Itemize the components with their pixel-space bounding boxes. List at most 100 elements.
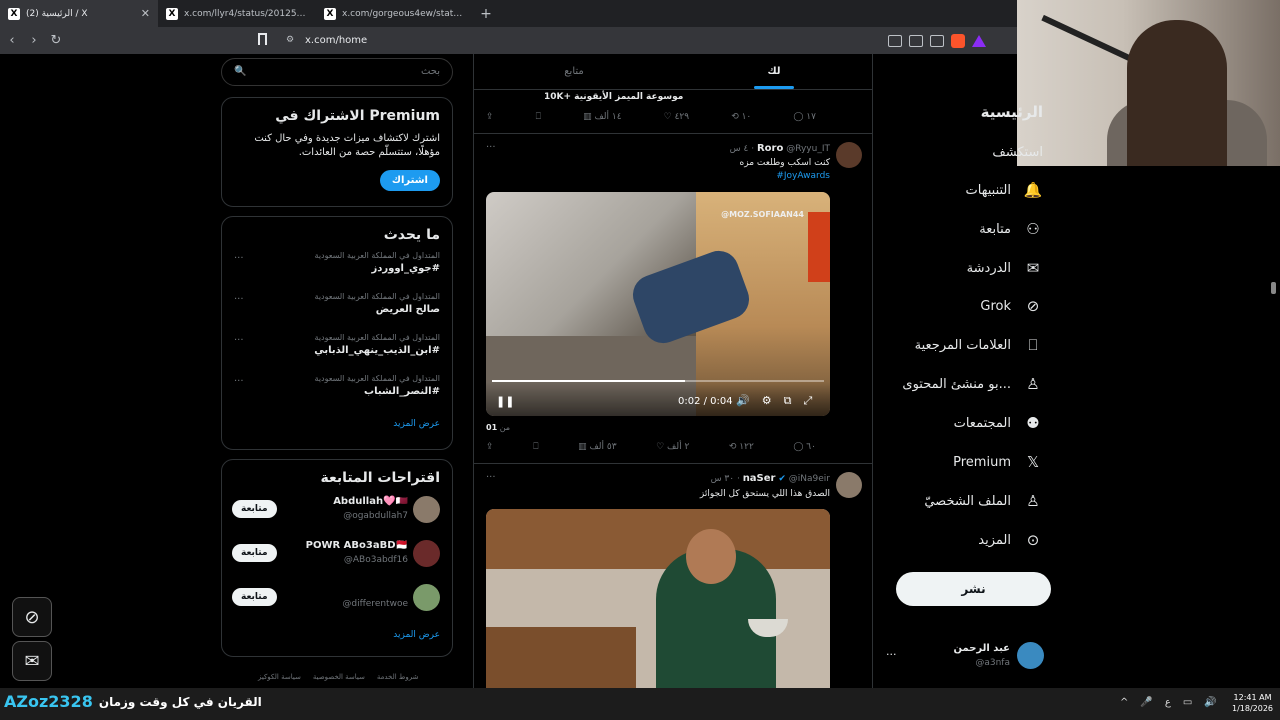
trend-item[interactable]: المتداول في المملكة العربية السعودية #اب… [234, 333, 440, 374]
screen-off-icon[interactable] [888, 34, 902, 47]
settings-icon[interactable]: ⚙ [762, 394, 772, 408]
premium-card: Premium الاشتراك في اشترك لاكتشاف ميزات … [221, 97, 453, 207]
follow-suggestion[interactable]: @differentwoe متابعة [232, 582, 440, 626]
video-player[interactable]: @MOZ.SOFIAAN44 ❚❚ 0:02 / 0:04 🔊 ⚙ ⧉ ⤢ [486, 192, 830, 416]
account-switcher[interactable]: عبد الرحمن @a3nfa ··· [880, 640, 1050, 676]
avatar[interactable] [413, 584, 440, 611]
follow-button[interactable]: متابعة [232, 544, 277, 562]
fullscreen-icon[interactable]: ⤢ [803, 394, 812, 408]
brave-rewards-icon[interactable] [972, 34, 986, 47]
post-author[interactable]: naSer [743, 473, 776, 484]
reply-button[interactable]: ◯ ١٧ [793, 112, 816, 126]
nav-messages[interactable]: ✉ الدردشة [843, 253, 1043, 283]
share-icon[interactable] [930, 34, 944, 47]
chevron-up-icon[interactable]: ^ [1120, 697, 1128, 708]
views-button[interactable]: ▥ ١٤ ألف [583, 112, 621, 126]
back-icon[interactable]: ‹ [2, 33, 22, 48]
follow-show-more-link[interactable]: عرض المزيد [234, 630, 440, 640]
nav-follow[interactable]: ⚇ متابعة [843, 214, 1043, 244]
page-scrollbar[interactable] [1271, 282, 1276, 294]
pause-icon[interactable]: ❚❚ [496, 395, 514, 408]
browser-tab-home[interactable]: X (2) الرئيسية / X ✕ [0, 0, 158, 27]
like-button[interactable]: ♡ ٢ ألف [656, 442, 689, 456]
follow-icon: ⚇ [1026, 220, 1040, 238]
subscribe-button[interactable]: اشتراك [379, 170, 440, 191]
nav-label: متابعة [979, 221, 1011, 237]
messages-floating-button[interactable]: ✉ [12, 641, 52, 681]
nav-creator-studio[interactable]: ♙ ...بو منشئ المحتوى [843, 369, 1043, 399]
cookie-link[interactable]: سياسة الكوكيز [258, 673, 301, 681]
nav-premium[interactable]: 𝕏 Premium [843, 447, 1043, 477]
more-options-icon[interactable]: ··· [234, 376, 244, 387]
close-icon[interactable]: ✕ [141, 7, 150, 20]
post-author[interactable]: Roro [757, 143, 783, 154]
url-field[interactable]: x.com/home [305, 27, 367, 54]
like-button[interactable]: ♡ ٤٢٩ [664, 112, 689, 126]
trend-context: المتداول في المملكة العربية السعودية [314, 251, 440, 260]
nav-more[interactable]: ⊙ المزيد [843, 525, 1043, 555]
post-handle[interactable]: @Ryyu_IT [786, 144, 830, 154]
post-handle[interactable]: @iNa9eir [789, 474, 830, 484]
post-time[interactable]: ٣٠ س [711, 474, 735, 484]
repost-button[interactable]: ⟲ ١٢٢ [729, 442, 754, 456]
nav-profile[interactable]: ♙ الملف الشخصيّ [843, 486, 1043, 516]
post-video-thumbnail[interactable] [486, 509, 830, 688]
bookmark-icon[interactable]: ⎕ [533, 442, 538, 456]
repost-button[interactable]: ⟲ ١٠ [731, 112, 751, 126]
views-button[interactable]: ▥ ٥٣ ألف [578, 442, 616, 456]
nav-grok[interactable]: ⊘ Grok [843, 291, 1043, 321]
site-info-icon[interactable]: ⚙ [286, 35, 294, 45]
post-time[interactable]: ٤ س [730, 144, 749, 154]
new-tab-button[interactable]: + [474, 6, 498, 22]
microphone-icon[interactable]: 🎤 [1140, 697, 1152, 708]
cast-icon[interactable] [909, 34, 923, 47]
trend-item[interactable]: المتداول في المملكة العربية السعودية #ال… [234, 374, 440, 415]
bookmark-icon[interactable]: ⎕ [536, 112, 541, 126]
avatar[interactable] [413, 540, 440, 567]
bookmark-icon[interactable] [258, 33, 267, 45]
nav-home[interactable]: الرئيسية [843, 97, 1043, 127]
follow-suggestion[interactable]: Abdullah🩷🇶🇦 @ogabdullah7 متابعة [232, 494, 440, 538]
follow-button[interactable]: متابعة [232, 500, 277, 518]
nav-notifications[interactable]: 🔔 التنبيهات [843, 175, 1043, 205]
reply-button[interactable]: ◯ ٦٠ [793, 442, 816, 456]
post-button[interactable]: نشر [896, 572, 1051, 606]
forward-icon[interactable]: › [24, 33, 44, 48]
search-input[interactable]: بحث 🔍 [221, 58, 453, 86]
nav-communities[interactable]: ⚉ المجتمعات [843, 408, 1043, 438]
video-progress-track[interactable] [492, 380, 824, 382]
more-options-icon[interactable]: ··· [486, 472, 496, 483]
taskbar-clock[interactable]: 12:41 AM 1/18/2026 [1232, 692, 1273, 714]
language-indicator[interactable]: ع [1165, 697, 1171, 708]
browser-tab-status-1[interactable]: X x.com/llyr4/status/2012594646879 [158, 0, 316, 27]
avatar[interactable] [413, 496, 440, 523]
picture-in-picture-icon[interactable]: ⧉ [784, 394, 792, 408]
reply-count: ١٧ [806, 112, 816, 122]
trend-item[interactable]: المتداول في المملكة العربية السعودية #جو… [234, 251, 440, 292]
post-hashtag[interactable]: #JoyAwards [776, 171, 830, 181]
more-options-icon[interactable]: ··· [234, 253, 244, 264]
nav-bookmarks[interactable]: ⎕ العلامات المرجعية [843, 330, 1043, 360]
more-options-icon[interactable]: ··· [234, 294, 244, 305]
follow-suggestion[interactable]: POWR ABo3aBD🇲🇨 @ABo3abdf16 متابعة [232, 538, 440, 582]
share-icon[interactable]: ⇪ [486, 442, 494, 456]
network-icon[interactable]: ▭ [1183, 697, 1192, 708]
trends-show-more-link[interactable]: عرض المزيد [234, 419, 440, 429]
browser-tab-status-2[interactable]: X x.com/gorgeous4ew/status/201262 [316, 0, 474, 27]
trend-item[interactable]: المتداول في المملكة العربية السعودية صال… [234, 292, 440, 333]
grok-floating-button[interactable]: ⊘ [12, 597, 52, 637]
more-options-icon[interactable]: ··· [486, 142, 496, 153]
privacy-link[interactable]: سياسة الخصوصية [313, 673, 365, 681]
brave-shield-icon[interactable] [951, 33, 965, 48]
reload-icon[interactable]: ↻ [46, 33, 66, 48]
volume-icon[interactable]: 🔊 [736, 394, 750, 408]
tab-following[interactable]: متابع [474, 54, 674, 89]
follow-button[interactable]: متابعة [232, 588, 277, 606]
tab-for-you[interactable]: لك [674, 54, 872, 89]
share-icon[interactable]: ⇪ [486, 112, 494, 126]
volume-icon[interactable]: 🔊 [1204, 697, 1216, 708]
terms-link[interactable]: شروط الخدمة [377, 673, 419, 681]
more-options-icon[interactable]: ··· [234, 335, 244, 346]
avatar [1017, 642, 1044, 669]
nav-explore[interactable]: استكشف [843, 137, 1043, 167]
